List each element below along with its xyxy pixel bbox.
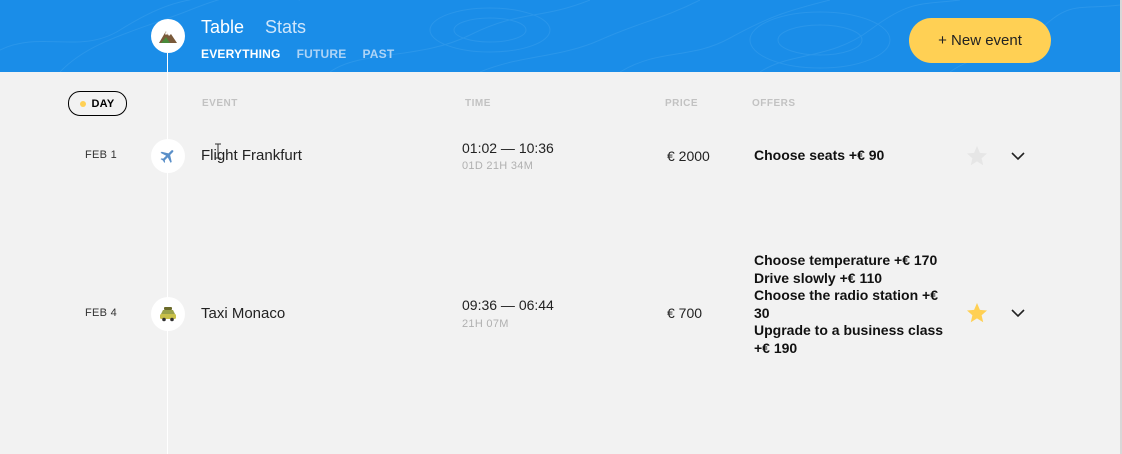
event-type-badge [151,297,185,331]
event-time: 01:02 — 10:36 [462,140,554,156]
event-duration: 21H 07M [462,318,509,330]
sort-day-label: DAY [91,97,115,110]
event-type-badge [151,139,185,173]
filter-everything[interactable]: EVERYTHING [201,47,281,61]
favorite-star-icon[interactable] [965,144,989,168]
airplane-icon [160,150,174,163]
chevron-down-icon[interactable] [1008,303,1028,323]
tab-stats[interactable]: Stats [265,17,306,38]
taxi-icon [160,307,176,322]
offer-item: Choose seats +€ 90 [754,147,885,163]
view-tabs: Table Stats [201,17,306,38]
logo [151,19,185,53]
event-offers: Choose temperature +€ 170 Drive slowly +… [754,252,944,357]
sort-day-button[interactable]: DAY [68,91,127,116]
text-cursor-icon [215,143,221,159]
event-offers: Choose seats +€ 90 [754,147,944,165]
mountain-icon [159,31,177,43]
filter-future[interactable]: FUTURE [297,47,347,61]
offer-item: Upgrade to a business class +€ 190 [754,322,944,356]
column-head-event[interactable]: EVENT [202,98,238,109]
column-head-time[interactable]: TIME [465,98,491,109]
tab-table[interactable]: Table [201,17,244,38]
event-duration: 01D 21H 34M [462,160,534,172]
event-title: Taxi Monaco [201,305,286,322]
event-price: € 700 [667,305,703,321]
event-time: 09:36 — 06:44 [462,297,554,313]
new-event-button[interactable]: + New event [909,18,1051,63]
column-head-offers: OFFERS [752,98,796,109]
app-header: Table Stats EVERYTHING FUTURE PAST + New… [0,0,1120,72]
active-dot-icon [80,100,87,107]
event-filters: EVERYTHING FUTURE PAST [201,47,394,61]
offer-item: Choose temperature +€ 170 [754,252,938,268]
filter-past[interactable]: PAST [362,47,394,61]
favorite-star-icon[interactable] [965,301,989,325]
event-date: FEB 1 [85,149,118,161]
offer-item: Choose the radio station +€ 30 [754,287,938,321]
offer-item: Drive slowly +€ 110 [754,269,883,286]
timeline-line [167,53,168,454]
event-date: FEB 4 [85,307,118,319]
column-head-price[interactable]: PRICE [665,98,698,109]
chevron-down-icon[interactable] [1008,146,1028,166]
event-price: € 2000 [667,148,710,164]
